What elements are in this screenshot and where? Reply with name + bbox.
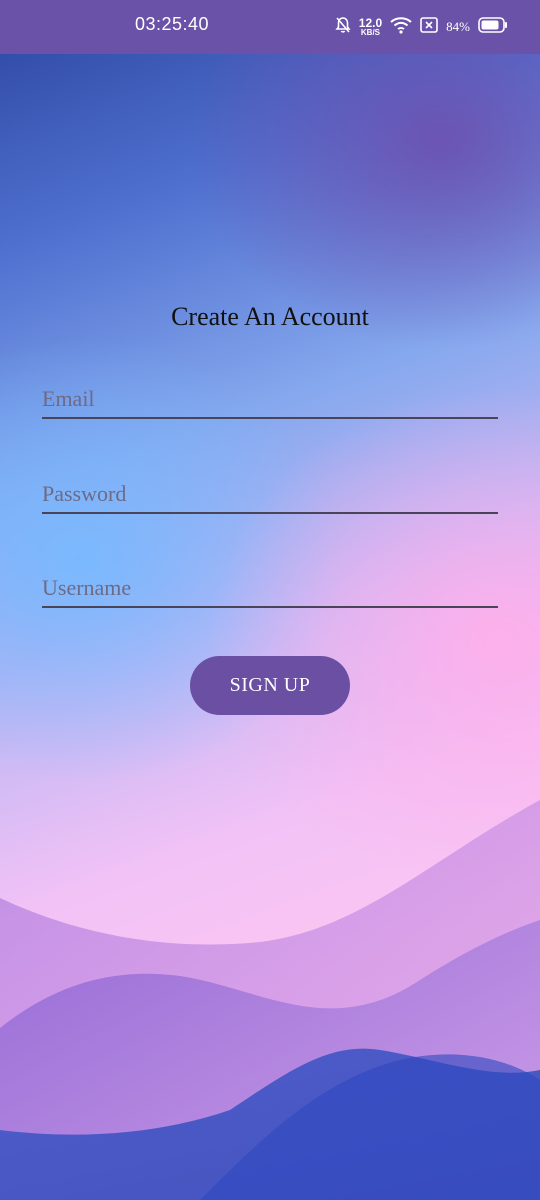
page-title: Create An Account (171, 302, 369, 331)
password-field (42, 476, 498, 514)
username-field (42, 570, 498, 608)
email-field (42, 381, 498, 419)
signup-screen: Create An Account SIGN UP (0, 0, 540, 1200)
username-input[interactable] (42, 570, 498, 606)
email-input[interactable] (42, 381, 498, 417)
sign-up-button[interactable]: SIGN UP (190, 656, 350, 715)
password-input[interactable] (42, 476, 498, 512)
